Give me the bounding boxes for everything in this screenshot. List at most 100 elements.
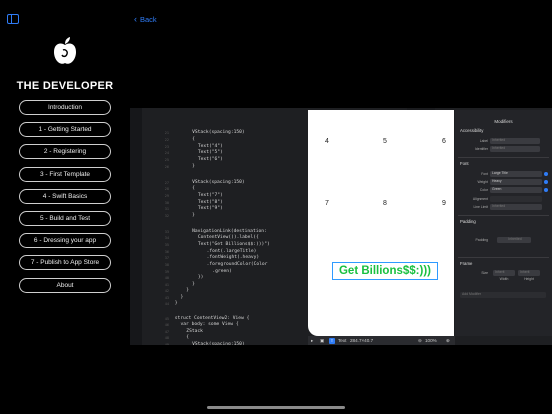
alignment-label: Alignment	[472, 197, 488, 201]
weight-select[interactable]: Heavy	[490, 179, 542, 185]
menu-item-dressing-your-app[interactable]: 6 - Dressing your app	[19, 233, 111, 249]
size-label: Size	[481, 271, 488, 275]
line-number: 26	[164, 164, 169, 169]
menu-item-registering[interactable]: 2 - Registering	[19, 144, 111, 160]
label-field[interactable]: Inherited	[490, 138, 540, 144]
menu-item-about[interactable]: About	[19, 277, 111, 293]
element-type: Text	[338, 337, 347, 343]
inspect-icon[interactable]: ▣	[320, 338, 324, 344]
brand-title: THE DEVELOPER	[16, 80, 114, 92]
grid-number: 4	[325, 138, 329, 145]
accessibility-section: Accessibility	[460, 128, 484, 133]
divider	[458, 257, 549, 258]
font-select[interactable]: Large Title	[490, 171, 542, 177]
code-line: ZStack	[186, 329, 203, 334]
get-billions-link[interactable]: Get Billions$$:)))	[332, 262, 438, 280]
line-number: 45	[164, 316, 169, 321]
zoom-in-icon[interactable]: ⊕	[446, 338, 450, 344]
color-reset-icon[interactable]	[544, 188, 548, 192]
code-line: }	[192, 282, 195, 287]
menu-item-getting-started[interactable]: 1 - Getting Started	[19, 122, 111, 138]
line-number: 37	[164, 255, 169, 260]
menu-item-introduction[interactable]: Introduction	[19, 100, 111, 115]
grid-number: 8	[383, 200, 387, 207]
pin-icon[interactable]: ▸	[311, 338, 313, 344]
line-number: 36	[164, 249, 169, 254]
weight-label: Weight	[477, 180, 489, 184]
line-number: 27	[164, 180, 169, 185]
chevron-left-icon: ‹	[134, 14, 137, 24]
line-number: 31	[164, 206, 169, 211]
height-field[interactable]: Inherit	[518, 270, 540, 276]
grid-number: 6	[442, 138, 446, 145]
line-number: 43	[164, 295, 169, 300]
alignment-picker[interactable]	[490, 196, 542, 202]
attributes-inspector: Modifiers Accessibility Label Inherited …	[455, 110, 552, 336]
line-number: 28	[164, 186, 169, 191]
menu-item-swift-basics[interactable]: 4 - Swift Basics	[19, 188, 111, 204]
code-line: Text("5")	[197, 150, 223, 155]
code-line: {	[192, 186, 195, 191]
code-line: VStack(spacing:150)	[192, 130, 245, 135]
zoom-out-icon[interactable]: ⊖	[418, 338, 422, 344]
zoom-level[interactable]: 100%	[425, 338, 437, 343]
sidebar-toggle-icon[interactable]	[7, 14, 19, 24]
line-number: 30	[164, 200, 169, 205]
weight-reset-icon[interactable]	[544, 180, 548, 184]
code-line: Text("9")	[197, 206, 223, 211]
apple-logo-icon	[54, 37, 76, 64]
width-field[interactable]: Inherit	[493, 270, 515, 276]
code-line: Text("6")	[197, 157, 223, 162]
element-size: 284.7×40.7	[350, 337, 374, 343]
text-type-icon: T	[329, 337, 335, 344]
code-line: {	[192, 137, 195, 142]
menu-item-publish[interactable]: 7 - Publish to App Store	[19, 255, 111, 271]
padding-field[interactable]: Inherited	[497, 237, 531, 243]
padding-label: Padding	[475, 238, 488, 242]
code-line: struct ContentView2: View {	[174, 316, 250, 321]
identifier-label: Identifier	[474, 147, 488, 151]
line-number: 41	[164, 282, 169, 287]
font-section: Font	[460, 161, 469, 166]
code-line: ContentView()).label({	[197, 235, 259, 240]
code-line: Text("4")	[197, 144, 223, 149]
line-number: 47	[164, 329, 169, 334]
code-line: .fontWeight(.heavy)	[206, 255, 260, 260]
line-number: 38	[164, 262, 169, 267]
frame-section: Frame	[460, 261, 473, 266]
code-line: .green)	[212, 269, 232, 274]
back-button[interactable]: ‹ Back	[134, 14, 157, 24]
code-line: Text("7")	[197, 193, 223, 198]
line-number: 40	[164, 275, 169, 280]
line-number: 21	[164, 130, 169, 135]
height-caption: Height	[524, 277, 534, 281]
identifier-field[interactable]: Inherited	[490, 146, 540, 152]
line-limit-label: Line Limit	[473, 205, 488, 209]
menu-item-first-template[interactable]: 3 - First Template	[19, 166, 111, 182]
divider	[458, 157, 549, 158]
line-limit-field[interactable]: Inherited	[490, 204, 542, 210]
preview-canvas: 4 5 6 7 8 9 Get Billions$$:)))	[308, 110, 454, 336]
line-number: 46	[164, 322, 169, 327]
line-numbers: 21 22 23 24 25 26 27 28 29 30 31 32 33 34 35 36 37 38 39 40…	[142, 108, 172, 345]
line-number: 49	[164, 342, 169, 346]
padding-section: Padding	[460, 219, 476, 224]
add-modifier-field[interactable]: Add Modifier	[460, 292, 546, 298]
home-indicator[interactable]	[207, 406, 345, 409]
menu-item-build-and-test[interactable]: 5 - Build and Test	[19, 210, 111, 226]
line-number: 33	[164, 229, 169, 234]
code-line: VStack(spacing:150)	[192, 180, 245, 185]
code-line: Text("8")	[197, 200, 223, 205]
grid-number: 9	[442, 200, 446, 207]
editor-gutter	[130, 108, 142, 345]
line-number: 35	[164, 242, 169, 247]
divider	[458, 215, 549, 216]
font-reset-icon[interactable]	[544, 172, 548, 176]
line-number: 29	[164, 193, 169, 198]
label-label: Label	[479, 139, 488, 143]
color-select[interactable]: Green	[490, 187, 542, 193]
code-line: }	[180, 295, 184, 300]
code-line: .foregroundColor(Color	[206, 262, 268, 267]
back-label: Back	[140, 15, 157, 24]
code-line: }	[192, 164, 195, 169]
